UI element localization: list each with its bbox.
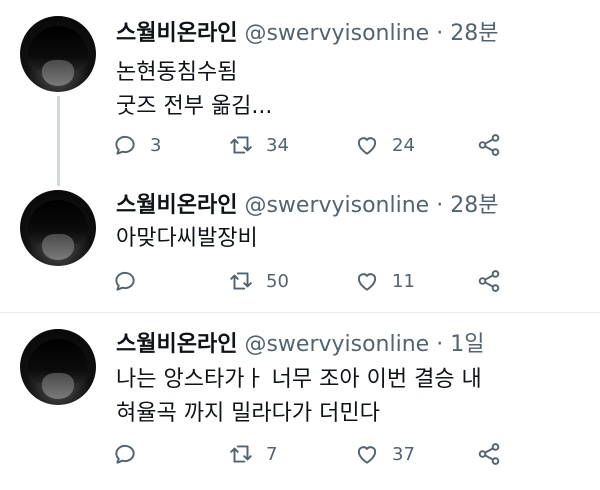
timestamp[interactable]: 1일 [450,332,484,357]
avatar[interactable] [20,329,96,405]
tweet-header: 스월비온라인 @swervyisonline · 1일 [116,331,484,359]
reply-icon [115,271,135,291]
share-icon [478,270,500,292]
user-handle[interactable]: @swervyisonline [244,21,429,46]
heart-icon [357,137,377,155]
retweet-button[interactable]: 34 [228,130,289,160]
display-name[interactable]: 스월비온라인 [116,21,237,46]
retweet-count: 50 [266,270,289,292]
tweet-text-line: 굿즈 전부 옮김... [116,94,273,119]
reply-count: 3 [150,134,162,156]
tweet-header: 스월비온라인 @swervyisonline · 28분 [116,20,498,48]
tweet-1[interactable]: 스월비온라인 @swervyisonline · 28분 논현동침수됨 굿즈 전… [0,0,600,180]
retweet-count: 7 [266,443,278,465]
reply-button[interactable]: 3 [112,130,161,160]
separator-dot: · [436,21,444,46]
heart-icon [357,446,377,464]
retweet-icon [230,445,252,463]
user-handle[interactable]: @swervyisonline [244,193,429,218]
reply-button[interactable] [112,439,138,469]
retweet-icon [230,136,252,154]
tweet-2[interactable]: 스월비온라인 @swervyisonline · 28분 아맞다씨발장비 50 … [0,180,600,310]
share-icon [478,443,500,465]
share-icon [478,134,500,156]
avatar[interactable] [20,16,96,92]
separator-dot: · [436,193,444,218]
tweet-text: 나는 앙스타가ㅏ 너무 조아 이번 결승 내 혀율곡 까지 밀라다가 더민다 [116,363,482,431]
reply-icon [115,444,135,464]
like-count: 37 [392,443,415,465]
retweet-button[interactable]: 7 [228,439,277,469]
tweet-3[interactable]: 스월비온라인 @swervyisonline · 1일 나는 앙스타가ㅏ 너무 … [0,313,600,490]
like-button[interactable]: 37 [354,439,415,469]
reply-button[interactable] [112,266,138,296]
display-name[interactable]: 스월비온라인 [116,193,237,218]
timestamp[interactable]: 28분 [450,21,498,46]
share-button[interactable] [476,130,502,160]
like-count: 11 [392,270,415,292]
like-button[interactable]: 24 [354,130,415,160]
share-button[interactable] [476,266,502,296]
user-handle[interactable]: @swervyisonline [244,332,429,357]
tweet-header: 스월비온라인 @swervyisonline · 28분 [116,192,498,220]
action-bar: 7 37 [112,439,512,469]
tweet-text: 아맞다씨발장비 [116,222,258,256]
like-count: 24 [392,134,415,156]
heart-icon [357,273,377,291]
tweet-text-line: 나는 앙스타가ㅏ 너무 조아 이번 결승 내 [116,367,482,392]
tweet-text: 논현동침수됨 굿즈 전부 옮김... [116,56,272,124]
reply-icon [115,135,135,155]
retweet-icon [230,272,252,290]
timestamp[interactable]: 28분 [450,193,498,218]
action-bar: 50 11 [112,266,512,296]
tweet-text-line: 혀율곡 까지 밀라다가 더민다 [116,401,380,426]
tweet-text-line: 아맞다씨발장비 [116,226,258,251]
display-name[interactable]: 스월비온라인 [116,332,237,357]
tweet-text-line: 논현동침수됨 [116,60,238,85]
share-button[interactable] [476,439,502,469]
like-button[interactable]: 11 [354,266,415,296]
action-bar: 3 34 24 [112,130,512,160]
separator-dot: · [436,332,444,357]
avatar[interactable] [20,190,96,266]
retweet-button[interactable]: 50 [228,266,289,296]
retweet-count: 34 [266,134,289,156]
